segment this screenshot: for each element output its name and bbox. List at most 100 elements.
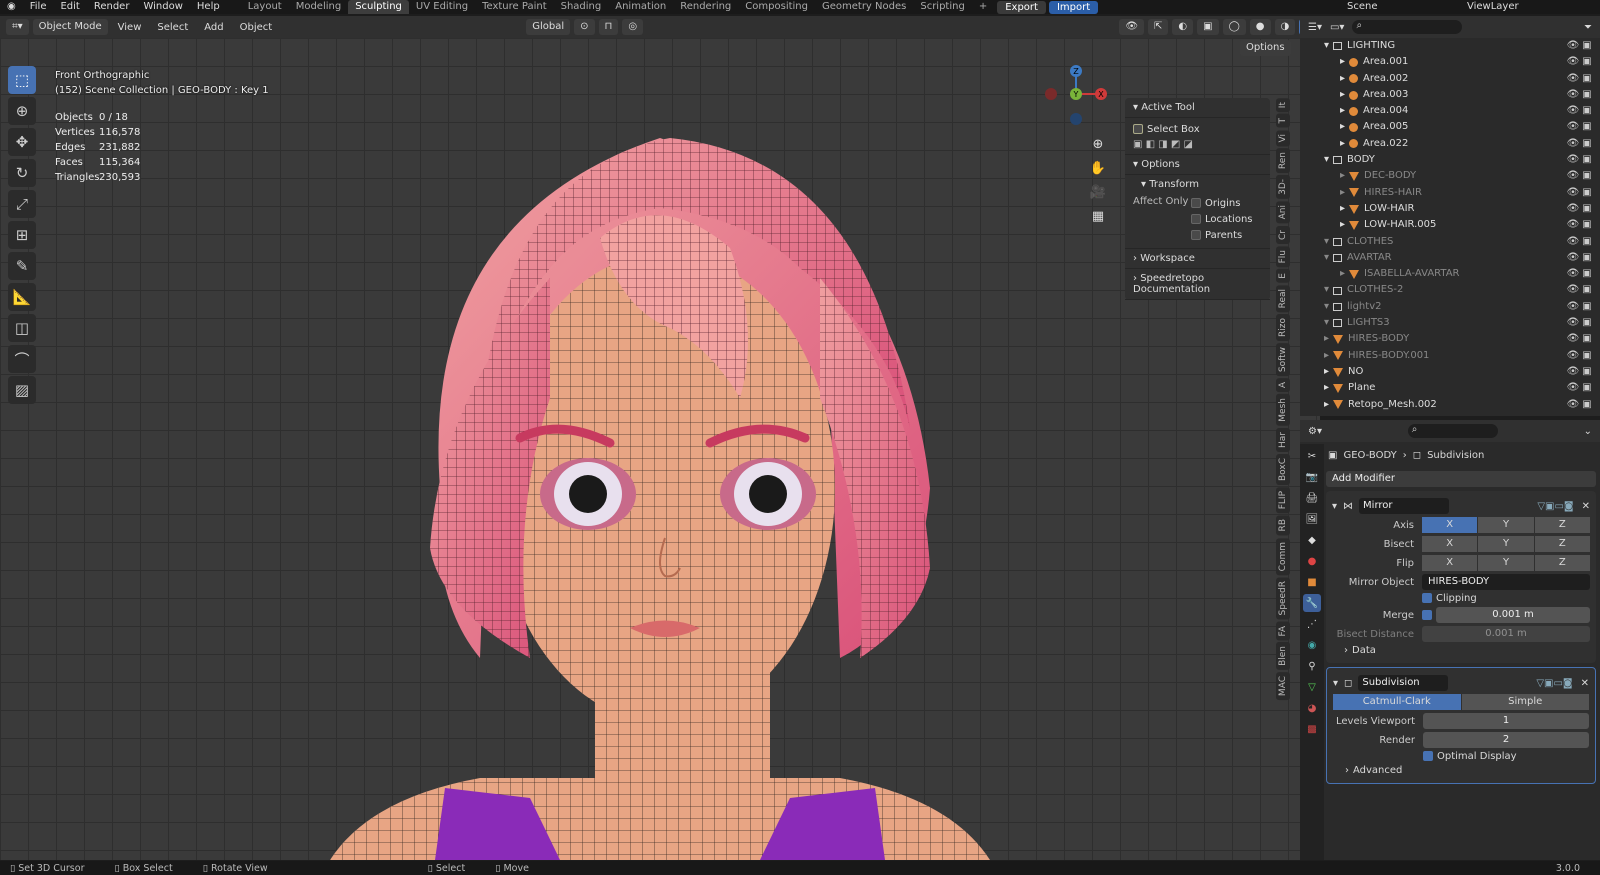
uv-icon[interactable]: ▨ [8,376,36,404]
sidebar-tab[interactable]: Mesh [1276,394,1290,426]
sidebar-tab[interactable]: E [1276,268,1290,283]
options-section[interactable]: ▾ Options [1125,155,1270,175]
visibility-eye-icon[interactable]: 👁 [1566,87,1580,103]
render-camera-icon[interactable]: ▣ [1580,103,1594,119]
expand-chevron-icon[interactable]: ▸ [1340,119,1345,135]
render-camera-icon[interactable]: ▣ [1580,54,1594,70]
outliner-row[interactable]: ▸ Area.002 👁 ▣ [1300,71,1600,87]
subdivision-close-icon[interactable]: ✕ [1581,678,1589,689]
scene-selector[interactable]: Scene [1340,0,1460,14]
tab-rendering[interactable]: Rendering [673,0,738,14]
expand-chevron-icon[interactable]: ▾ [1324,38,1329,54]
menu-window[interactable]: Window [136,0,189,14]
render-camera-icon[interactable]: ▣ [1580,185,1594,201]
visibility-eye-icon[interactable]: 👁 [1566,103,1580,119]
proportional-edit-icon[interactable]: ◎ [622,19,644,35]
expand-chevron-icon[interactable]: ▸ [1340,54,1345,70]
xray-icon[interactable]: ▣ [1197,19,1219,35]
speedretopo-doc-section[interactable]: › Speedretopo Documentation [1125,269,1270,300]
outliner-row[interactable]: ▸ DEC-BODY 👁 ▣ [1300,168,1600,184]
menu-select[interactable]: Select [151,22,194,33]
menu-object[interactable]: Object [234,22,279,33]
select-box-icon[interactable]: ⬚ [8,66,36,94]
blender-logo-icon[interactable]: ◉ [0,0,23,14]
render-camera-icon[interactable]: ▣ [1580,217,1594,233]
render-camera-icon[interactable]: ▣ [1580,201,1594,217]
sidebar-tab[interactable]: Ren [1276,148,1290,174]
import-button[interactable]: Import [1048,0,1099,14]
add-workspace-icon[interactable]: + [972,0,994,14]
3d-viewport[interactable]: Options ⬚ ⊕ ✥ ↻ ⤢ ⊞ ✎ 📐 ◫ ⌒ ▨ Front Orth… [0,38,1320,860]
visibility-eye-icon[interactable]: 👁 [1566,168,1580,184]
visibility-eye-icon[interactable]: 👁 [1566,348,1580,364]
subdivision-name-field[interactable]: Subdivision [1358,675,1449,691]
expand-chevron-icon[interactable]: ▸ [1324,397,1329,413]
expand-chevron-icon[interactable]: ▸ [1340,185,1345,201]
mirror-name-field[interactable]: Mirror [1359,498,1450,514]
data-tab-icon[interactable]: ▽ [1303,678,1321,696]
render-camera-icon[interactable]: ▣ [1580,364,1594,380]
menu-view[interactable]: View [112,22,148,33]
menu-edit[interactable]: Edit [53,0,86,14]
annotate-icon[interactable]: ✎ [8,252,36,280]
expand-chevron-icon[interactable]: ▾ [1324,282,1329,298]
sidebar-tab[interactable]: Comm [1276,537,1290,576]
active-tool-section[interactable]: ▾ Active Tool [1125,98,1270,118]
add-modifier-button[interactable]: Add Modifier [1326,471,1596,487]
visibility-eye-icon[interactable]: 👁 [1566,380,1580,396]
visibility-eye-icon[interactable]: 👁 [1566,217,1580,233]
outliner-row[interactable]: ▸ NO 👁 ▣ [1300,364,1600,380]
subdivision-type-toggle[interactable]: Catmull-Clark Simple [1333,694,1589,710]
tab-uv-editing[interactable]: UV Editing [409,0,475,14]
options-dropdown[interactable]: Options [1240,40,1291,56]
outliner-row[interactable]: ▾ LIGHTING 👁 ▣ [1300,38,1600,54]
constraints-tab-icon[interactable]: ⚲ [1303,657,1321,675]
visibility-eye-icon[interactable]: 👁 [1566,38,1580,54]
visibility-eye-icon[interactable]: 👁 [1566,282,1580,298]
outliner-row[interactable]: ▸ HIRES-BODY.001 👁 ▣ [1300,348,1600,364]
outliner-row[interactable]: ▸ ISABELLA-AVARTAR 👁 ▣ [1300,266,1600,282]
object-tab-icon[interactable]: ■ [1303,573,1321,591]
locations-checkbox[interactable]: Locations [1191,212,1253,228]
parents-checkbox[interactable]: Parents [1191,228,1253,244]
visibility-eye-icon[interactable]: 👁 [1566,54,1580,70]
add-cube-icon[interactable]: ◫ [8,314,36,342]
texture-tab-icon[interactable]: ▩ [1303,720,1321,738]
expand-chevron-icon[interactable]: ▸ [1324,364,1329,380]
sidebar-tab[interactable]: RB [1276,515,1290,536]
sidebar-tab[interactable]: Ani [1276,201,1290,224]
visibility-eye-icon[interactable]: 👁 [1566,71,1580,87]
bisect-toggle[interactable]: XYZ [1422,536,1590,552]
outliner-row[interactable]: ▸ Area.022 👁 ▣ [1300,136,1600,152]
sidebar-tab[interactable]: Softw [1276,342,1290,377]
clipping-checkbox[interactable]: Clipping [1422,593,1590,604]
outliner-row[interactable]: ▾ CLOTHES-2 👁 ▣ [1300,282,1600,298]
mirror-close-icon[interactable]: ✕ [1582,501,1590,512]
move-icon[interactable]: ✥ [8,128,36,156]
outliner-row[interactable]: ▸ Area.004 👁 ▣ [1300,103,1600,119]
outliner-row[interactable]: ▾ CLOTHES 👁 ▣ [1300,234,1600,250]
display-mode-icon[interactable]: ▭▾ [1330,22,1344,33]
render-camera-icon[interactable]: ▣ [1580,136,1594,152]
expand-chevron-icon[interactable]: ▸ [1340,103,1345,119]
sidebar-tab[interactable]: SpeedR [1276,577,1290,620]
filter-icon[interactable]: ⏷ [1584,22,1592,33]
material-tab-icon[interactable]: ◕ [1303,699,1321,717]
render-camera-icon[interactable]: ▣ [1580,71,1594,87]
visibility-eye-icon[interactable]: 👁 [1566,266,1580,282]
snap-icon[interactable]: ⊓ [598,19,619,35]
render-camera-icon[interactable]: ▣ [1580,266,1594,282]
menu-add[interactable]: Add [198,22,229,33]
visibility-eye-icon[interactable]: 👁 [1566,234,1580,250]
outliner-row[interactable]: ▸ Plane 👁 ▣ [1300,380,1600,396]
sidebar-tab[interactable]: 3D- [1276,175,1290,200]
properties-options-icon[interactable]: ⌄ [1584,426,1592,437]
render-camera-icon[interactable]: ▣ [1580,87,1594,103]
outliner-row[interactable]: ▾ BODY 👁 ▣ [1300,152,1600,168]
sidebar-tab[interactable]: It [1276,98,1290,113]
overlay-toggle-icon[interactable]: ◐ [1172,19,1194,35]
expand-chevron-icon[interactable]: ▸ [1340,136,1345,152]
expand-chevron-icon[interactable]: ▸ [1340,217,1345,233]
visibility-eye-icon[interactable]: 👁 [1566,136,1580,152]
tab-geometry-nodes[interactable]: Geometry Nodes [815,0,913,14]
